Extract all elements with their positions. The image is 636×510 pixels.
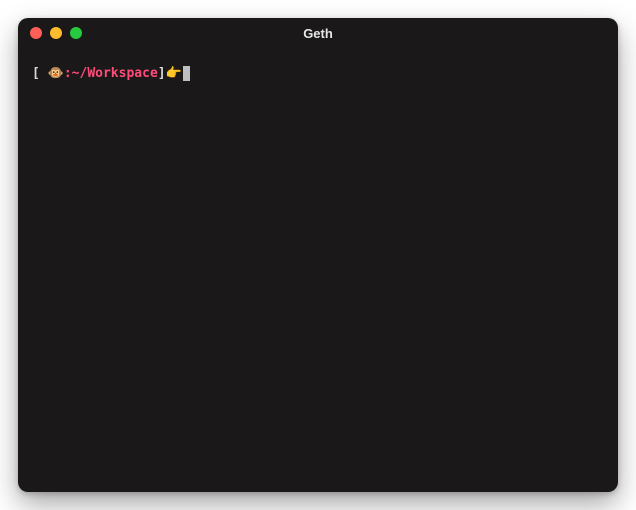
- window-title: Geth: [18, 26, 618, 41]
- prompt-bracket-close: ]: [158, 64, 166, 84]
- traffic-lights: [30, 27, 82, 39]
- prompt-sep: :: [64, 64, 72, 84]
- prompt-path: ~/Workspace: [72, 64, 158, 84]
- monkey-icon: 🐵: [48, 64, 64, 84]
- terminal-window: Geth [ 🐵 : ~/Workspace ] 👉: [18, 18, 618, 492]
- terminal-body[interactable]: [ 🐵 : ~/Workspace ] 👉: [18, 48, 618, 492]
- close-icon[interactable]: [30, 27, 42, 39]
- pointing-hand-icon: 👉: [166, 64, 182, 84]
- titlebar: Geth: [18, 18, 618, 48]
- prompt-line: [ 🐵 : ~/Workspace ] 👉: [32, 64, 604, 84]
- maximize-icon[interactable]: [70, 27, 82, 39]
- prompt-bracket-open: [: [32, 64, 48, 84]
- text-cursor[interactable]: [183, 66, 190, 81]
- minimize-icon[interactable]: [50, 27, 62, 39]
